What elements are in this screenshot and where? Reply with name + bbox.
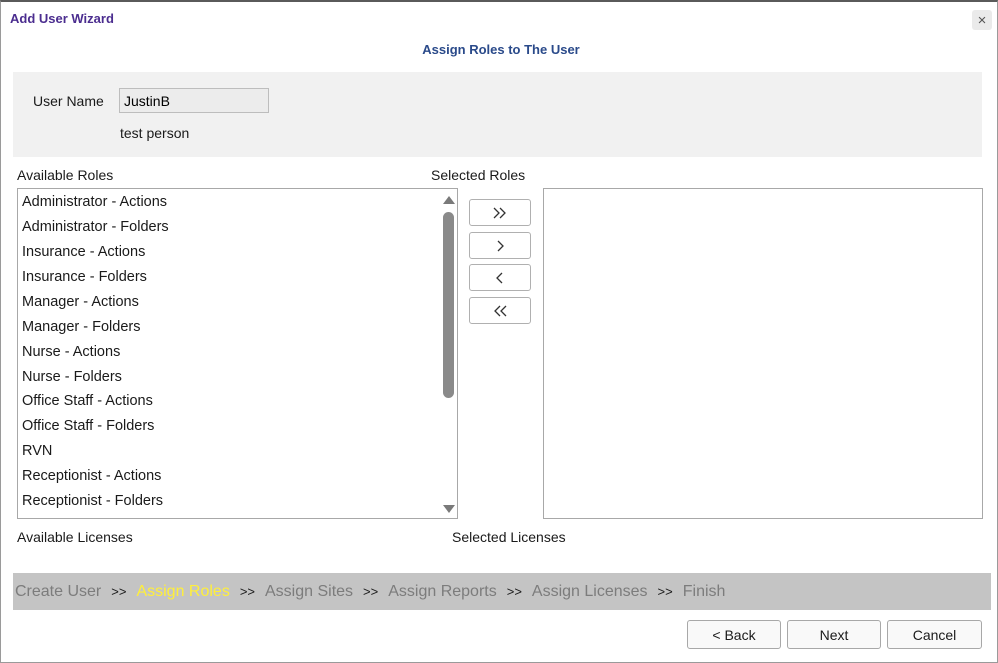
step-assign-sites: Assign Sites: [265, 582, 354, 600]
selected-licenses-label: Selected Licenses: [452, 529, 566, 545]
user-panel: User Name test person: [13, 72, 982, 157]
page-subtitle: Assign Roles to The User: [422, 42, 580, 57]
scrollbar-thumb[interactable]: [443, 212, 454, 398]
step-create-user: Create User: [15, 582, 102, 600]
step-separator: >>: [363, 584, 379, 599]
wizard-window: Add User Wizard × Assign Roles to The Us…: [0, 0, 998, 663]
list-item[interactable]: Administrator - Actions: [22, 194, 167, 210]
list-item[interactable]: Office Staff - Actions: [22, 393, 153, 409]
available-roles-list[interactable]: Administrator - Actions Administrator - …: [17, 188, 458, 519]
selected-roles-list[interactable]: [543, 188, 983, 519]
list-item[interactable]: Insurance - Actions: [22, 244, 145, 260]
list-item[interactable]: Nurse - Folders: [22, 369, 122, 385]
list-item[interactable]: Receptionist - Actions: [22, 468, 161, 484]
user-name-field[interactable]: [119, 88, 269, 113]
list-item[interactable]: Receptionist - Folders: [22, 493, 163, 509]
step-assign-roles: Assign Roles: [136, 582, 230, 600]
list-item[interactable]: Manager - Folders: [22, 319, 140, 335]
close-icon: ×: [977, 11, 987, 29]
chevron-right-icon: [497, 240, 504, 251]
window-title: Add User Wizard: [10, 11, 114, 26]
list-item[interactable]: Insurance - Folders: [22, 269, 147, 285]
step-assign-licenses: Assign Licenses: [531, 582, 648, 600]
double-chevron-right-icon: [493, 207, 506, 218]
available-licenses-label: Available Licenses: [17, 529, 133, 545]
list-item[interactable]: Office Staff - Folders: [22, 418, 154, 434]
step-separator: >>: [506, 584, 522, 599]
scroll-down-arrow-icon[interactable]: [443, 505, 455, 513]
wizard-steps-bar: Create User >> Assign Roles >> Assign Si…: [13, 573, 991, 610]
next-button[interactable]: Next: [787, 620, 881, 649]
user-name-label: User Name: [33, 93, 104, 109]
selected-roles-label: Selected Roles: [431, 167, 526, 183]
user-description: test person: [120, 125, 190, 141]
list-item[interactable]: RVN: [22, 443, 52, 459]
remove-button[interactable]: [469, 264, 531, 291]
double-chevron-left-icon: [494, 305, 507, 316]
step-separator: >>: [239, 584, 255, 599]
add-all-button[interactable]: [469, 199, 531, 226]
remove-all-button[interactable]: [469, 297, 531, 324]
list-item[interactable]: Nurse - Actions: [22, 344, 120, 360]
list-item[interactable]: Administrator - Folders: [22, 219, 169, 235]
add-button[interactable]: [469, 232, 531, 259]
step-separator: >>: [657, 584, 673, 599]
step-finish: Finish: [682, 582, 726, 600]
close-button[interactable]: ×: [972, 10, 992, 30]
step-assign-reports: Assign Reports: [388, 582, 497, 600]
chevron-left-icon: [496, 272, 503, 283]
back-button[interactable]: < Back: [687, 620, 781, 649]
scroll-up-arrow-icon[interactable]: [443, 196, 455, 204]
list-item[interactable]: Manager - Actions: [22, 294, 139, 310]
available-roles-label: Available Roles: [17, 167, 114, 183]
cancel-button[interactable]: Cancel: [887, 620, 982, 649]
step-separator: >>: [111, 584, 127, 599]
